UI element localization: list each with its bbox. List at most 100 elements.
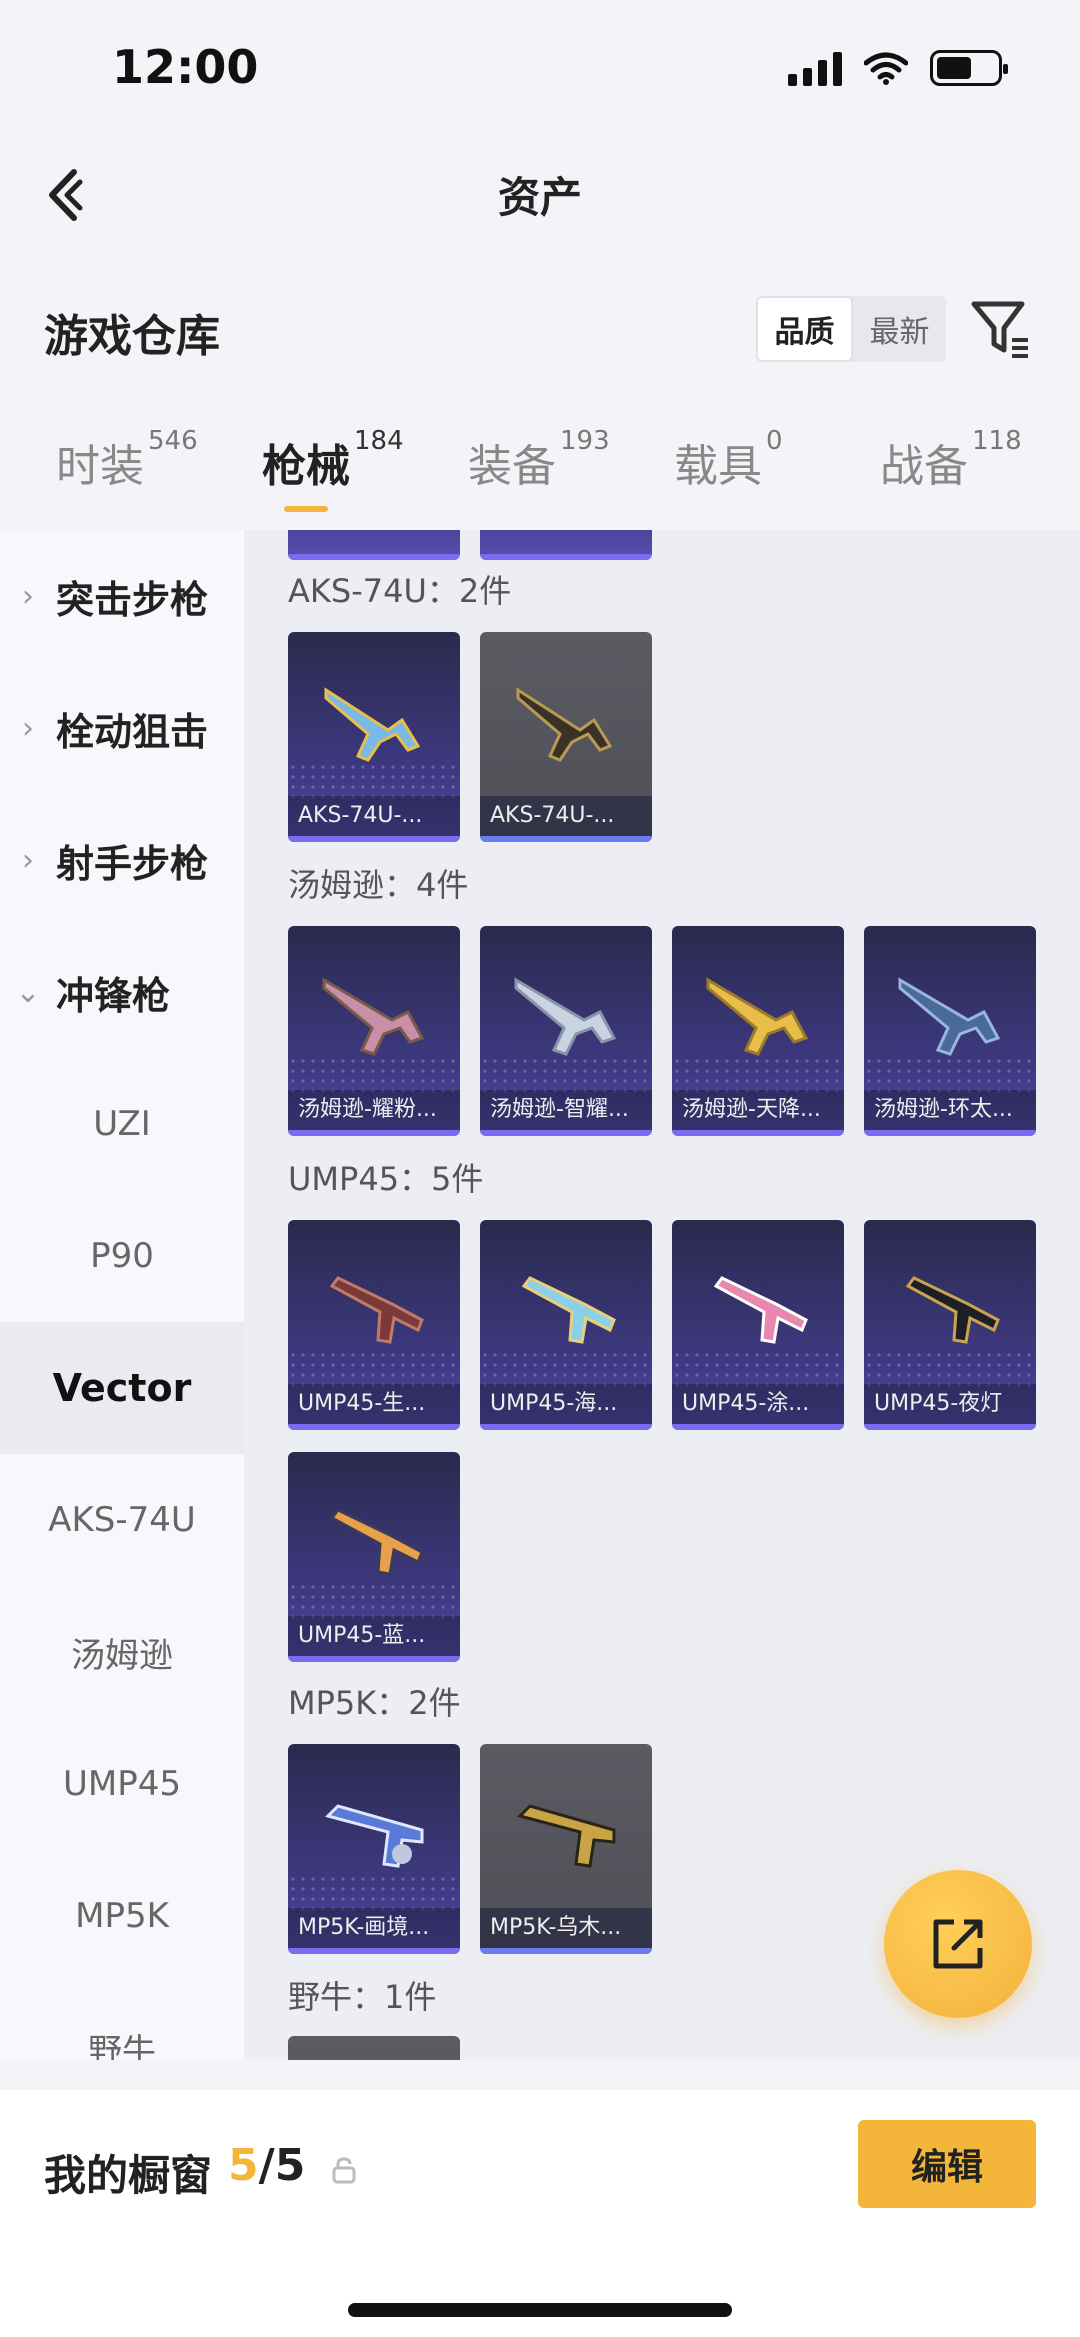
sidebar-sub-label: 汤姆逊 <box>71 1635 173 1676</box>
tab-label: 战备 <box>880 441 968 492</box>
sidebar-sub-label: 野牛 <box>88 2031 156 2061</box>
sort-option-quality[interactable]: 品质 <box>756 296 853 362</box>
weapon-name: UMP45-海... <box>480 1384 652 1424</box>
sidebar-sub-item-uzi[interactable]: UZI <box>0 1058 244 1190</box>
tab-firearms[interactable]: 枪械 184 <box>262 426 404 494</box>
battery-icon <box>930 50 1008 86</box>
weapon-card[interactable]: 汤姆逊-环太... <box>864 926 1036 1136</box>
weapon-card[interactable]: UMP45-蓝... <box>288 1452 460 1662</box>
showcase-current: 5 <box>228 2140 259 2191</box>
weapon-name: AKS-74U-... <box>480 796 652 836</box>
tab-count: 184 <box>354 426 404 456</box>
sidebar-item-smg[interactable]: ⌄ 冲锋枪 <box>0 926 244 1058</box>
status-bar: 12:00 <box>0 0 1080 140</box>
weapon-card[interactable]: UMP45-夜灯 <box>864 1220 1036 1430</box>
weapon-card[interactable]: UMP45-涂... <box>672 1220 844 1430</box>
weapon-image-icon <box>706 977 809 1056</box>
sidebar-item-label: 冲锋枪 <box>56 973 171 1018</box>
weapon-name: UMP45-夜灯 <box>864 1384 1036 1424</box>
sidebar-sub-label: UZI <box>93 1104 151 1144</box>
chevron-right-icon: › <box>22 578 34 614</box>
sidebar-item-marksman-rifle[interactable]: › 射手步枪 <box>0 794 244 926</box>
sidebar-sub-label: P90 <box>90 1236 154 1276</box>
sidebar-sub-item-mp5k[interactable]: MP5K <box>0 1850 244 1982</box>
weapon-name: 汤姆逊-耀粉... <box>288 1090 460 1130</box>
weapon-card[interactable] <box>288 2036 460 2060</box>
sort-option-newest[interactable]: 最新 <box>853 296 946 362</box>
tab-costume[interactable]: 时装 546 <box>56 426 198 494</box>
sidebar-sub-item-ump45[interactable]: UMP45 <box>0 1718 244 1850</box>
edit-button[interactable]: 编辑 <box>858 2120 1036 2208</box>
tab-count: 0 <box>766 426 783 456</box>
weapon-name: UMP45-蓝... <box>288 1616 460 1656</box>
weapon-card[interactable]: AKS-74U-... <box>288 632 460 842</box>
filter-button[interactable] <box>968 296 1032 360</box>
weapon-grid: AKS-74U：2件 AKS-74U-... AKS-74U-... 汤姆逊：4… <box>244 530 1080 2060</box>
weapon-image-icon <box>514 977 617 1056</box>
tab-count: 118 <box>972 426 1022 456</box>
status-time: 12:00 <box>112 40 259 94</box>
weapon-name: UMP45-涂... <box>672 1384 844 1424</box>
signal-icon <box>788 50 842 86</box>
weapon-image-icon <box>905 1276 1000 1344</box>
sort-toggle: 品质 最新 <box>756 296 946 362</box>
weapon-name: 汤姆逊-环太... <box>864 1090 1036 1130</box>
sidebar-sub-label: MP5K <box>75 1896 169 1936</box>
weapon-card[interactable]: 汤姆逊-智耀... <box>480 926 652 1136</box>
warehouse-title: 游戏仓库 <box>44 311 220 362</box>
showcase-label: 我的橱窗 <box>44 2151 213 2200</box>
tab-tactical[interactable]: 战备 118 <box>880 426 1022 494</box>
sidebar-item-label: 突击步枪 <box>56 577 209 622</box>
weapon-card[interactable]: UMP45-海... <box>480 1220 652 1430</box>
weapon-image-icon <box>713 1276 808 1344</box>
sidebar-item-label: 射手步枪 <box>56 841 209 886</box>
weapon-image-icon <box>898 977 1001 1056</box>
weapon-card[interactable]: MP5K-乌木... <box>480 1744 652 1954</box>
weapon-card[interactable]: AKS-74U-... <box>480 632 652 842</box>
weapon-image-icon <box>516 687 613 762</box>
tab-equipment[interactable]: 装备 193 <box>468 426 610 494</box>
active-tab-indicator <box>284 506 328 512</box>
sidebar-sub-item-p90[interactable]: P90 <box>0 1190 244 1322</box>
weapon-card[interactable]: 汤姆逊-耀粉... <box>288 926 460 1136</box>
tab-count: 546 <box>148 426 198 456</box>
share-button[interactable] <box>884 1870 1032 2018</box>
weapon-card[interactable]: MP5K-画境... <box>288 1744 460 1954</box>
sidebar-sub-item-vector[interactable]: Vector <box>0 1322 244 1454</box>
category-tabs: 时装 546 枪械 184 装备 193 载具 0 战备 118 <box>0 426 1080 530</box>
weapon-image-icon <box>329 1276 424 1344</box>
weapon-name: UMP45-生... <box>288 1384 460 1424</box>
sidebar-item-assault-rifle[interactable]: › 突击步枪 <box>0 530 244 662</box>
group-title: MP5K：2件 <box>288 1684 461 1722</box>
home-indicator <box>348 2303 732 2317</box>
weapon-card[interactable] <box>480 530 652 560</box>
weapon-image-icon <box>324 687 421 762</box>
status-icons <box>788 50 1008 86</box>
weapon-image-icon <box>322 977 425 1056</box>
tab-vehicles[interactable]: 载具 0 <box>674 426 783 494</box>
weapon-card[interactable] <box>288 530 460 560</box>
sidebar-sub-item-thompson[interactable]: 汤姆逊 <box>0 1586 244 1718</box>
tab-label: 时装 <box>56 441 144 492</box>
tab-count: 193 <box>560 426 610 456</box>
sidebar-item-bolt-sniper[interactable]: › 栓动狙击 <box>0 662 244 794</box>
weapon-image-icon <box>325 1804 424 1868</box>
page-title: 资产 <box>497 173 582 222</box>
nav-header: 资产 <box>0 140 1080 250</box>
lock-icon <box>332 2157 356 2184</box>
group-title: 汤姆逊：4件 <box>288 866 469 904</box>
showcase-total: /5 <box>258 2140 306 2191</box>
sidebar-sub-item-aks74u[interactable]: AKS-74U <box>0 1454 244 1586</box>
sidebar-sub-label: AKS-74U <box>48 1500 196 1540</box>
sidebar-sub-item-bizon[interactable]: 野牛 <box>0 1982 244 2061</box>
wifi-icon <box>864 52 908 85</box>
weapon-card[interactable]: 汤姆逊-天降... <box>672 926 844 1136</box>
showcase-count: 5/5 <box>228 2140 305 2191</box>
weapon-card[interactable]: UMP45-生... <box>288 1220 460 1430</box>
share-icon <box>933 1919 983 1969</box>
sidebar-sub-label: UMP45 <box>63 1764 181 1804</box>
tab-label: 枪械 <box>262 441 350 492</box>
weapon-image-icon <box>329 1508 424 1576</box>
weapon-category-sidebar: › 突击步枪 › 栓动狙击 › 射手步枪 ⌄ 冲锋枪 UZI P90 Vecto… <box>0 530 244 2060</box>
tab-label: 装备 <box>468 441 556 492</box>
